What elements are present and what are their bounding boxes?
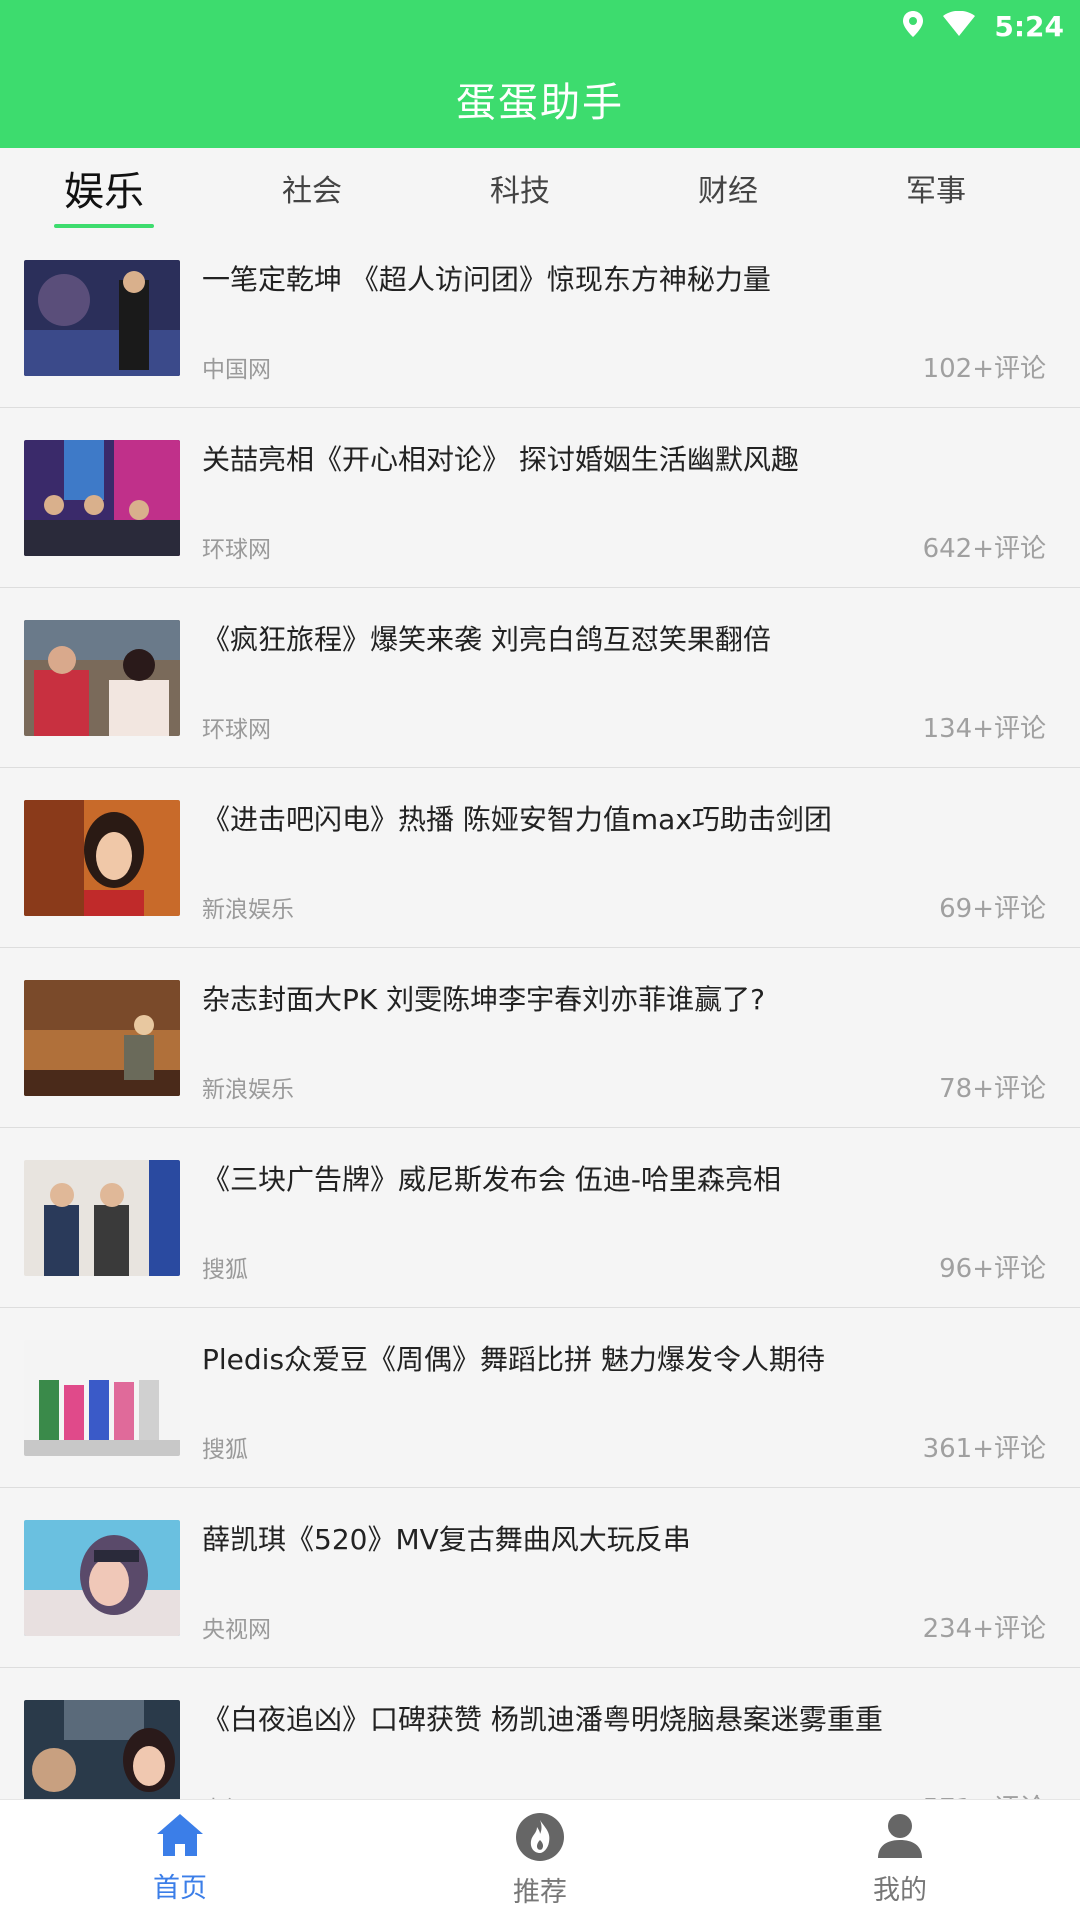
nav-recommend-label: 推荐 (513, 1877, 567, 1908)
status-time: 5:24 (994, 9, 1064, 43)
news-comment-count: 78+评论 (939, 1074, 1046, 1104)
tab-technology[interactable]: 科技 (416, 148, 624, 228)
news-source: 环球网 (202, 537, 271, 563)
news-title: 一笔定乾坤 《超人访问团》惊现东方神秘力量 (202, 263, 771, 296)
news-thumbnail (24, 1160, 180, 1276)
news-comment-count: 234+评论 (922, 1614, 1046, 1644)
nav-recommend[interactable]: 推荐 (360, 1800, 720, 1921)
news-source: 央视网 (202, 1790, 271, 1799)
tab-society[interactable]: 社会 (208, 148, 416, 228)
news-title: 关喆亮相《开心相对论》 探讨婚姻生活幽默风趣 (202, 443, 799, 476)
news-comment-count: 69+评论 (939, 894, 1046, 924)
location-icon (902, 10, 924, 42)
news-source: 新浪娱乐 (202, 897, 294, 923)
nav-profile[interactable]: 我的 (720, 1800, 1080, 1921)
news-list: 一笔定乾坤 《超人访问团》惊现东方神秘力量 中国网 102+评论 关喆亮相《开心… (0, 228, 1080, 1799)
news-source: 搜狐 (202, 1257, 248, 1283)
tab-entertainment[interactable]: 娱乐 (0, 148, 208, 228)
status-bar: 5:24 (0, 0, 1080, 50)
news-source: 环球网 (202, 717, 271, 743)
news-comment-count: 102+评论 (922, 354, 1046, 384)
news-item[interactable]: 一笔定乾坤 《超人访问团》惊现东方神秘力量 中国网 102+评论 (0, 228, 1080, 408)
news-thumbnail (24, 1340, 180, 1456)
wifi-icon (942, 10, 976, 41)
status-icons: 5:24 (902, 6, 1064, 46)
tab-finance[interactable]: 财经 (624, 148, 832, 228)
app-title: 蛋蛋助手 (456, 80, 624, 126)
news-item[interactable]: 杂志封面大PK 刘雯陈坤李宇春刘亦菲谁赢了? 新浪娱乐 78+评论 (0, 948, 1080, 1128)
news-item[interactable]: 薛凯琪《520》MV复古舞曲风大玩反串 央视网 234+评论 (0, 1488, 1080, 1668)
news-item[interactable]: 关喆亮相《开心相对论》 探讨婚姻生活幽默风趣 环球网 642+评论 (0, 408, 1080, 588)
news-comment-count: 642+评论 (922, 534, 1046, 564)
news-comment-count: 96+评论 (939, 1254, 1046, 1284)
fire-icon (515, 1812, 565, 1866)
news-comment-count: 571+评论 (923, 1788, 1046, 1799)
category-tabs: 娱乐 社会 科技 财经 军事 (0, 148, 1080, 228)
news-thumbnail (24, 980, 180, 1096)
person-icon (875, 1812, 925, 1864)
news-title: 薛凯琪《520》MV复古舞曲风大玩反串 (202, 1523, 691, 1556)
app-bar: 蛋蛋助手 (0, 50, 1080, 148)
bottom-nav: 首页 推荐 我的 (0, 1799, 1080, 1921)
news-thumbnail (24, 1520, 180, 1636)
news-comment-count: 361+评论 (922, 1434, 1046, 1464)
news-title: 《疯狂旅程》爆笑来袭 刘亮白鸽互怼笑果翻倍 (202, 623, 771, 656)
news-source: 中国网 (202, 357, 271, 383)
news-source: 新浪娱乐 (202, 1077, 294, 1103)
news-item[interactable]: 《白夜追凶》口碑获赞 杨凯迪潘粤明烧脑悬案迷雾重重 央视网 571+评论 (0, 1668, 1080, 1799)
news-item[interactable]: 《进击吧闪电》热播 陈娅安智力值max巧助击剑团 新浪娱乐 69+评论 (0, 768, 1080, 948)
news-item[interactable]: Pledis众爱豆《周偶》舞蹈比拼 魅力爆发令人期待 搜狐 361+评论 (0, 1308, 1080, 1488)
news-thumbnail (24, 800, 180, 916)
nav-profile-label: 我的 (873, 1875, 927, 1906)
news-title: 《进击吧闪电》热播 陈娅安智力值max巧助击剑团 (202, 803, 832, 836)
news-thumbnail (24, 620, 180, 736)
nav-home-label: 首页 (153, 1873, 207, 1904)
news-title: 杂志封面大PK 刘雯陈坤李宇春刘亦菲谁赢了? (202, 983, 766, 1016)
news-thumbnail (24, 1700, 180, 1799)
news-item[interactable]: 《疯狂旅程》爆笑来袭 刘亮白鸽互怼笑果翻倍 环球网 134+评论 (0, 588, 1080, 768)
news-thumbnail (24, 440, 180, 556)
news-comment-count: 134+评论 (922, 714, 1046, 744)
news-title: 《白夜追凶》口碑获赞 杨凯迪潘粤明烧脑悬案迷雾重重 (202, 1703, 883, 1736)
news-source: 搜狐 (202, 1437, 248, 1463)
nav-home[interactable]: 首页 (0, 1800, 360, 1921)
news-source: 央视网 (202, 1617, 271, 1643)
home-icon (155, 1812, 205, 1862)
news-title: 《三块广告牌》威尼斯发布会 伍迪-哈里森亮相 (202, 1163, 782, 1196)
news-title: Pledis众爱豆《周偶》舞蹈比拼 魅力爆发令人期待 (202, 1343, 825, 1376)
news-thumbnail (24, 260, 180, 376)
news-item[interactable]: 《三块广告牌》威尼斯发布会 伍迪-哈里森亮相 搜狐 96+评论 (0, 1128, 1080, 1308)
tab-military[interactable]: 军事 (832, 148, 1040, 228)
